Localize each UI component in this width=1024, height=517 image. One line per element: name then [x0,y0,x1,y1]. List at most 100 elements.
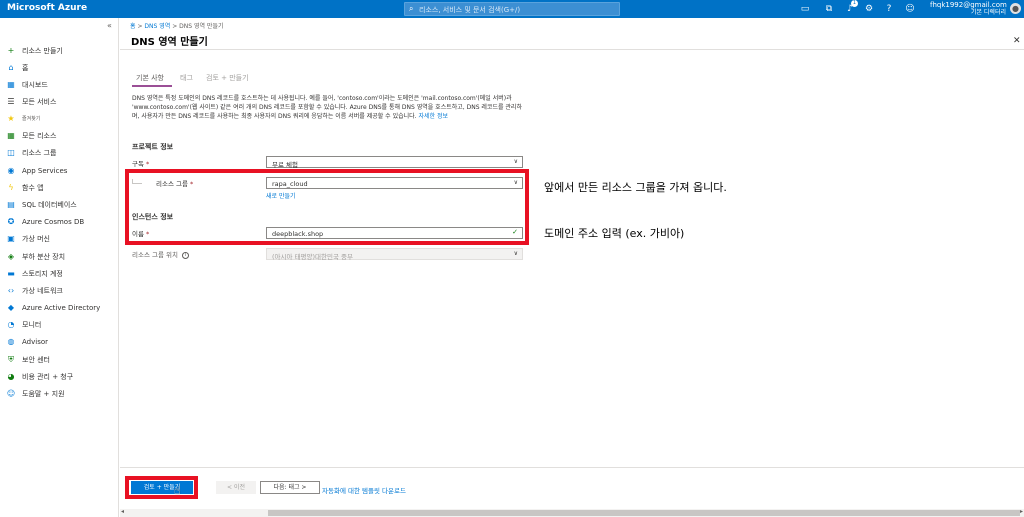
close-icon[interactable]: ✕ [1013,36,1021,46]
divider [120,49,1024,50]
sidebar-item-plus[interactable]: + 리소스 만들기 [0,43,118,58]
previous-button[interactable]: < 이전 [216,481,256,494]
tab-basics[interactable]: 기본 사항 [136,73,164,83]
sidebar-item-label: 함수 앱 [22,183,44,192]
sidebar-item-resource-group[interactable]: ◫ 리소스 그룹 [0,145,118,160]
gear-icon[interactable]: ⚙ [862,2,876,16]
search-icon: ⌕ [409,4,414,13]
monitor-icon: ◔ [7,320,15,329]
sidebar-item-all-services[interactable]: ☰ 모든 서비스 [0,94,118,109]
resource-group-annotation: 앞에서 만든 리소스 그룹을 가져 옵니다. [544,181,727,194]
search-box[interactable]: ⌕ 리소스, 서비스 및 문서 검색(G+/) [404,2,620,16]
tab-review-create[interactable]: 검토 + 만들기 [206,73,249,83]
sidebar-item-virtual-network[interactable]: ‹› 가상 네트워크 [0,283,118,298]
scrollbar-thumb[interactable] [268,510,1020,516]
sidebar-item-label: 모든 리소스 [22,131,57,140]
learn-more-link[interactable]: 자세한 정보 [419,113,449,120]
cloud-shell-icon[interactable]: ▭ [798,2,812,16]
breadcrumb-home[interactable]: 홈 [130,23,136,30]
help-support-icon: ☺ [6,389,16,398]
storage-account-icon: ▬ [7,269,15,278]
sidebar-item-label: App Services [22,166,68,175]
tab-tags[interactable]: 태그 [180,73,193,83]
collapse-sidebar-icon[interactable]: « [107,21,112,30]
sidebar-item-app-services[interactable]: ◉ App Services [0,163,118,178]
scroll-right-icon[interactable]: ▸ [1020,508,1023,515]
sidebar-item-advisor[interactable]: ◍ Advisor [0,334,118,349]
sidebar-item-label: 스토리지 계정 [22,269,63,278]
top-bar: Microsoft Azure ⌕ 리소스, 서비스 및 문서 검색(G+/) … [0,0,1024,18]
notification-badge: 1 [851,0,858,7]
resource-group-icon: ◫ [7,148,15,157]
horizontal-scrollbar[interactable]: ◂ ▸ [120,508,1024,517]
virtual-network-icon: ‹› [7,286,15,295]
sidebar-item-help-support[interactable]: ☺ 도움말 + 지원 [0,386,118,401]
cosmos-db-icon: ✪ [7,217,15,226]
sidebar-item-sql-database[interactable]: ▤ SQL 데이터베이스 [0,197,118,212]
name-annotation: 도메인 주소 입력 (ex. 가비아) [544,227,685,240]
sidebar-item-star[interactable]: ★ 즐겨찾기 [0,111,118,126]
sidebar-item-label: 리소스 그룹 [22,148,57,157]
sidebar-item-label: 홈 [22,63,29,72]
brand-title[interactable]: Microsoft Azure [7,3,87,13]
sidebar-item-cosmos-db[interactable]: ✪ Azure Cosmos DB [0,214,118,229]
sidebar-item-dashboard[interactable]: ▦ 대시보드 [0,77,118,92]
cost-management-icon: ◕ [7,372,15,381]
sidebar-item-label: 모든 서비스 [22,97,57,106]
sidebar-item-label: 모니터 [22,320,42,329]
project-details-heading: 프로젝트 정보 [132,143,174,151]
breadcrumb-dns-zone[interactable]: DNS 영역 [144,23,170,30]
account-email: fhqk1992@gmail.com [930,1,1007,9]
sidebar-item-function-app[interactable]: ϟ 함수 앱 [0,180,118,195]
next-tags-button[interactable]: 다음: 태그 > [260,481,320,494]
sidebar-item-virtual-machine[interactable]: ▣ 가상 머신 [0,231,118,246]
sidebar-item-monitor[interactable]: ◔ 모니터 [0,317,118,332]
sidebar-item-label: SQL 데이터베이스 [22,200,77,209]
sidebar-item-storage-account[interactable]: ▬ 스토리지 계정 [0,266,118,281]
bell-icon[interactable]: ♪ 1 [843,0,858,16]
download-template-link[interactable]: 자동화에 대한 템플릿 다운로드 [322,485,406,495]
sidebar-item-label: 가상 머신 [22,234,50,243]
sidebar-item-security-center[interactable]: ⛨ 보안 센터 [0,352,118,367]
sidebar-item-home[interactable]: ⌂ 홈 [0,60,118,75]
subscription-label: 구독 * [132,158,149,168]
review-create-button[interactable]: 검토 + 만들기 [131,481,193,494]
feedback-icon[interactable]: ☺ [903,2,917,16]
account-directory: 기본 디렉터리 [970,9,1006,16]
breadcrumb-current: DNS 영역 만들기 [179,23,224,30]
sidebar-item-label: 비용 관리 + 청구 [22,372,74,381]
location-value: (아시아 태평양)대한민국 중부 [272,253,353,261]
all-services-icon: ☰ [7,97,15,106]
scroll-left-icon[interactable]: ◂ [121,508,124,515]
load-balancer-icon: ◈ [7,252,15,261]
sql-database-icon: ▤ [7,200,15,209]
account-menu[interactable]: fhqk1992@gmail.com 기본 디렉터리 [930,1,1007,17]
info-icon[interactable]: i [182,251,190,259]
location-label: 리소스 그룹 위치 i [132,249,190,259]
sidebar-item-cost-management[interactable]: ◕ 비용 관리 + 청구 [0,369,118,384]
sidebar-item-label: 부하 분산 장치 [22,252,66,261]
sidebar-item-label: Azure Active Directory [22,303,101,312]
sidebar-item-label: 가상 네트워크 [22,286,63,295]
help-icon[interactable]: ? [882,2,896,16]
chevron-down-icon: ∨ [513,250,518,257]
subscription-select[interactable]: 무료 체험 ∨ [266,156,523,169]
breadcrumb: 홈 > DNS 영역 > DNS 영역 만들기 [130,21,224,30]
search-placeholder: 리소스, 서비스 및 문서 검색(G+/) [419,6,521,14]
avatar[interactable]: ● [1010,3,1021,14]
sidebar-item-load-balancer[interactable]: ◈ 부하 분산 장치 [0,249,118,264]
required-mark: * [146,160,150,168]
page-title: DNS 영역 만들기 [131,37,208,48]
plus-icon: + [7,46,15,55]
description-text: DNS 영역은 특정 도메인의 DNS 레코드를 호스트하는 데 사용됩니다. … [132,95,522,120]
active-directory-icon: ◆ [7,303,15,312]
description: DNS 영역은 특정 도메인의 DNS 레코드를 호스트하는 데 사용됩니다. … [132,94,527,121]
app-services-icon: ◉ [7,166,15,175]
sidebar-item-active-directory[interactable]: ◆ Azure Active Directory [0,300,118,315]
sidebar-item-label: 보안 센터 [22,355,50,364]
function-app-icon: ϟ [8,183,14,192]
sidebar-item-all-resources[interactable]: ▦ 모든 리소스 [0,128,118,143]
directory-filter-icon[interactable]: ⧉ [822,2,836,16]
sidebar: « + 리소스 만들기 ⌂ 홈 ▦ 대시보드 ☰ 모든 서비스 ★ 즐겨찾기 ▦ 모든 리소스 ◫ 리소스… [0,18,119,517]
home-icon: ⌂ [8,63,14,72]
